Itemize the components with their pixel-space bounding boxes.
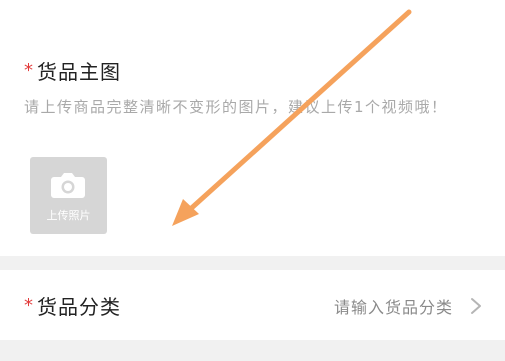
category-title-row: * 货品分类 [24,291,121,319]
bottom-divider [0,340,505,361]
category-placeholder[interactable]: 请输入货品分类 [334,294,453,318]
upload-photo-button[interactable]: 上传照片 [30,157,107,234]
category-row[interactable]: * 货品分类 请输入货品分类 [0,270,505,340]
main-image-section: * 货品主图 请上传商品完整清晰不变形的图片，建议上传1个视频哦！ 上传照片 [0,0,505,256]
upload-hint: 请上传商品完整清晰不变形的图片，建议上传1个视频哦！ [24,98,448,116]
section-divider [0,256,505,270]
upload-photo-label: 上传照片 [46,209,91,222]
camera-icon [51,173,85,198]
required-mark: * [24,295,33,316]
main-image-title: 货品主图 [37,59,121,84]
main-image-title-row: * 货品主图 [24,56,121,84]
chevron-right-icon [471,298,481,314]
required-mark: * [24,60,33,81]
category-title: 货品分类 [37,294,121,319]
